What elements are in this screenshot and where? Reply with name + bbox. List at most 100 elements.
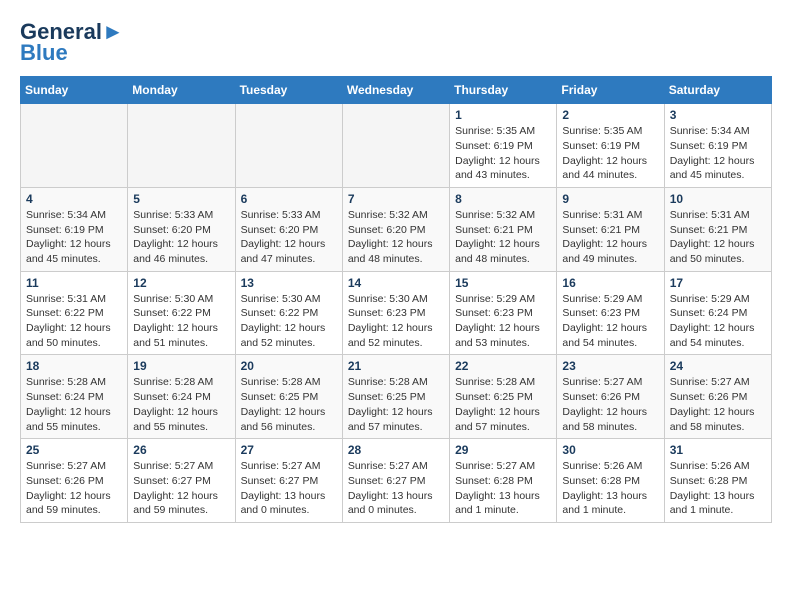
day-number: 22	[455, 359, 551, 373]
calendar-cell: 5Sunrise: 5:33 AM Sunset: 6:20 PM Daylig…	[128, 187, 235, 271]
day-number: 27	[241, 443, 337, 457]
day-number: 31	[670, 443, 766, 457]
calendar-cell: 4Sunrise: 5:34 AM Sunset: 6:19 PM Daylig…	[21, 187, 128, 271]
day-info: Sunrise: 5:29 AM Sunset: 6:24 PM Dayligh…	[670, 292, 766, 351]
day-info: Sunrise: 5:34 AM Sunset: 6:19 PM Dayligh…	[670, 124, 766, 183]
day-number: 3	[670, 108, 766, 122]
day-info: Sunrise: 5:28 AM Sunset: 6:25 PM Dayligh…	[241, 375, 337, 434]
calendar-cell: 14 Sunrise: 5:30 AM Sunset: 6:23 PM Dayli…	[342, 271, 449, 355]
calendar-week-row: 18 Sunrise: 5:28 AM Sunset: 6:24 PM Dayli…	[21, 355, 772, 439]
calendar-cell: 30 Sunrise: 5:26 AM Sunset: 6:28 PM Dayli…	[557, 439, 664, 523]
calendar-cell	[21, 104, 128, 188]
calendar-week-row: 25 Sunrise: 5:27 AM Sunset: 6:26 PM Dayli…	[21, 439, 772, 523]
day-info: Sunrise: 5:26 AM Sunset: 6:28 PM Dayligh…	[670, 459, 766, 518]
calendar-cell: 13 Sunrise: 5:30 AM Sunset: 6:22 PM Dayli…	[235, 271, 342, 355]
calendar-cell: 7 Sunrise: 5:32 AM Sunset: 6:20 PM Daylig…	[342, 187, 449, 271]
calendar-cell: 27 Sunrise: 5:27 AM Sunset: 6:27 PM Dayli…	[235, 439, 342, 523]
day-number: 15	[455, 276, 551, 290]
day-info: Sunrise: 5:26 AM Sunset: 6:28 PM Dayligh…	[562, 459, 658, 518]
calendar-cell: 21 Sunrise: 5:28 AM Sunset: 6:25 PM Dayli…	[342, 355, 449, 439]
calendar-cell: 1Sunrise: 5:35 AM Sunset: 6:19 PM Daylig…	[450, 104, 557, 188]
day-info: Sunrise: 5:27 AM Sunset: 6:27 PM Dayligh…	[348, 459, 444, 518]
logo-bird-icon: ►	[102, 19, 124, 44]
calendar-cell: 12 Sunrise: 5:30 AM Sunset: 6:22 PM Dayli…	[128, 271, 235, 355]
day-number: 17	[670, 276, 766, 290]
calendar-cell: 11 Sunrise: 5:31 AM Sunset: 6:22 PM Dayli…	[21, 271, 128, 355]
calendar-table: SundayMondayTuesdayWednesdayThursdayFrid…	[20, 76, 772, 523]
day-number: 11	[26, 276, 122, 290]
day-number: 25	[26, 443, 122, 457]
calendar-cell	[235, 104, 342, 188]
day-info: Sunrise: 5:29 AM Sunset: 6:23 PM Dayligh…	[455, 292, 551, 351]
weekday-header-sunday: Sunday	[21, 77, 128, 104]
calendar-cell: 6Sunrise: 5:33 AM Sunset: 6:20 PM Daylig…	[235, 187, 342, 271]
day-info: Sunrise: 5:35 AM Sunset: 6:19 PM Dayligh…	[562, 124, 658, 183]
day-number: 24	[670, 359, 766, 373]
calendar-cell: 31 Sunrise: 5:26 AM Sunset: 6:28 PM Dayli…	[664, 439, 771, 523]
calendar-cell: 2 Sunrise: 5:35 AM Sunset: 6:19 PM Daylig…	[557, 104, 664, 188]
day-info: Sunrise: 5:31 AM Sunset: 6:21 PM Dayligh…	[562, 208, 658, 267]
day-info: Sunrise: 5:30 AM Sunset: 6:22 PM Dayligh…	[241, 292, 337, 351]
day-info: Sunrise: 5:30 AM Sunset: 6:23 PM Dayligh…	[348, 292, 444, 351]
day-info: Sunrise: 5:33 AM Sunset: 6:20 PM Dayligh…	[241, 208, 337, 267]
calendar-cell: 8 Sunrise: 5:32 AM Sunset: 6:21 PM Daylig…	[450, 187, 557, 271]
day-number: 21	[348, 359, 444, 373]
day-info: Sunrise: 5:32 AM Sunset: 6:21 PM Dayligh…	[455, 208, 551, 267]
day-info: Sunrise: 5:28 AM Sunset: 6:24 PM Dayligh…	[133, 375, 229, 434]
calendar-cell	[342, 104, 449, 188]
weekday-header-wednesday: Wednesday	[342, 77, 449, 104]
day-number: 26	[133, 443, 229, 457]
day-info: Sunrise: 5:35 AM Sunset: 6:19 PM Dayligh…	[455, 124, 551, 183]
day-info: Sunrise: 5:27 AM Sunset: 6:26 PM Dayligh…	[562, 375, 658, 434]
day-number: 29	[455, 443, 551, 457]
day-number: 23	[562, 359, 658, 373]
day-info: Sunrise: 5:27 AM Sunset: 6:28 PM Dayligh…	[455, 459, 551, 518]
calendar-cell: 17 Sunrise: 5:29 AM Sunset: 6:24 PM Dayli…	[664, 271, 771, 355]
calendar-cell: 16 Sunrise: 5:29 AM Sunset: 6:23 PM Dayli…	[557, 271, 664, 355]
day-number: 8	[455, 192, 551, 206]
calendar-week-row: 1Sunrise: 5:35 AM Sunset: 6:19 PM Daylig…	[21, 104, 772, 188]
calendar-cell: 28 Sunrise: 5:27 AM Sunset: 6:27 PM Dayli…	[342, 439, 449, 523]
day-info: Sunrise: 5:28 AM Sunset: 6:25 PM Dayligh…	[455, 375, 551, 434]
day-number: 14	[348, 276, 444, 290]
calendar-cell: 15 Sunrise: 5:29 AM Sunset: 6:23 PM Dayli…	[450, 271, 557, 355]
page-header: General► Blue	[20, 20, 772, 66]
day-number: 19	[133, 359, 229, 373]
day-number: 18	[26, 359, 122, 373]
day-number: 16	[562, 276, 658, 290]
day-number: 30	[562, 443, 658, 457]
calendar-week-row: 4Sunrise: 5:34 AM Sunset: 6:19 PM Daylig…	[21, 187, 772, 271]
day-number: 12	[133, 276, 229, 290]
day-number: 9	[562, 192, 658, 206]
calendar-cell: 24 Sunrise: 5:27 AM Sunset: 6:26 PM Dayli…	[664, 355, 771, 439]
calendar-cell: 25 Sunrise: 5:27 AM Sunset: 6:26 PM Dayli…	[21, 439, 128, 523]
weekday-header-tuesday: Tuesday	[235, 77, 342, 104]
day-number: 28	[348, 443, 444, 457]
day-info: Sunrise: 5:27 AM Sunset: 6:27 PM Dayligh…	[241, 459, 337, 518]
calendar-cell: 23 Sunrise: 5:27 AM Sunset: 6:26 PM Dayli…	[557, 355, 664, 439]
day-info: Sunrise: 5:31 AM Sunset: 6:22 PM Dayligh…	[26, 292, 122, 351]
day-info: Sunrise: 5:28 AM Sunset: 6:25 PM Dayligh…	[348, 375, 444, 434]
day-info: Sunrise: 5:30 AM Sunset: 6:22 PM Dayligh…	[133, 292, 229, 351]
day-info: Sunrise: 5:28 AM Sunset: 6:24 PM Dayligh…	[26, 375, 122, 434]
day-number: 13	[241, 276, 337, 290]
calendar-cell: 18 Sunrise: 5:28 AM Sunset: 6:24 PM Dayli…	[21, 355, 128, 439]
calendar-header-row: SundayMondayTuesdayWednesdayThursdayFrid…	[21, 77, 772, 104]
day-info: Sunrise: 5:31 AM Sunset: 6:21 PM Dayligh…	[670, 208, 766, 267]
calendar-cell	[128, 104, 235, 188]
day-info: Sunrise: 5:27 AM Sunset: 6:26 PM Dayligh…	[26, 459, 122, 518]
day-info: Sunrise: 5:27 AM Sunset: 6:26 PM Dayligh…	[670, 375, 766, 434]
calendar-cell: 19 Sunrise: 5:28 AM Sunset: 6:24 PM Dayli…	[128, 355, 235, 439]
weekday-header-monday: Monday	[128, 77, 235, 104]
day-number: 2	[562, 108, 658, 122]
day-info: Sunrise: 5:29 AM Sunset: 6:23 PM Dayligh…	[562, 292, 658, 351]
day-number: 20	[241, 359, 337, 373]
day-info: Sunrise: 5:32 AM Sunset: 6:20 PM Dayligh…	[348, 208, 444, 267]
logo-blue: Blue	[20, 40, 68, 66]
day-number: 7	[348, 192, 444, 206]
calendar-week-row: 11 Sunrise: 5:31 AM Sunset: 6:22 PM Dayli…	[21, 271, 772, 355]
weekday-header-thursday: Thursday	[450, 77, 557, 104]
logo: General► Blue	[20, 20, 124, 66]
day-info: Sunrise: 5:33 AM Sunset: 6:20 PM Dayligh…	[133, 208, 229, 267]
calendar-cell: 10Sunrise: 5:31 AM Sunset: 6:21 PM Dayli…	[664, 187, 771, 271]
